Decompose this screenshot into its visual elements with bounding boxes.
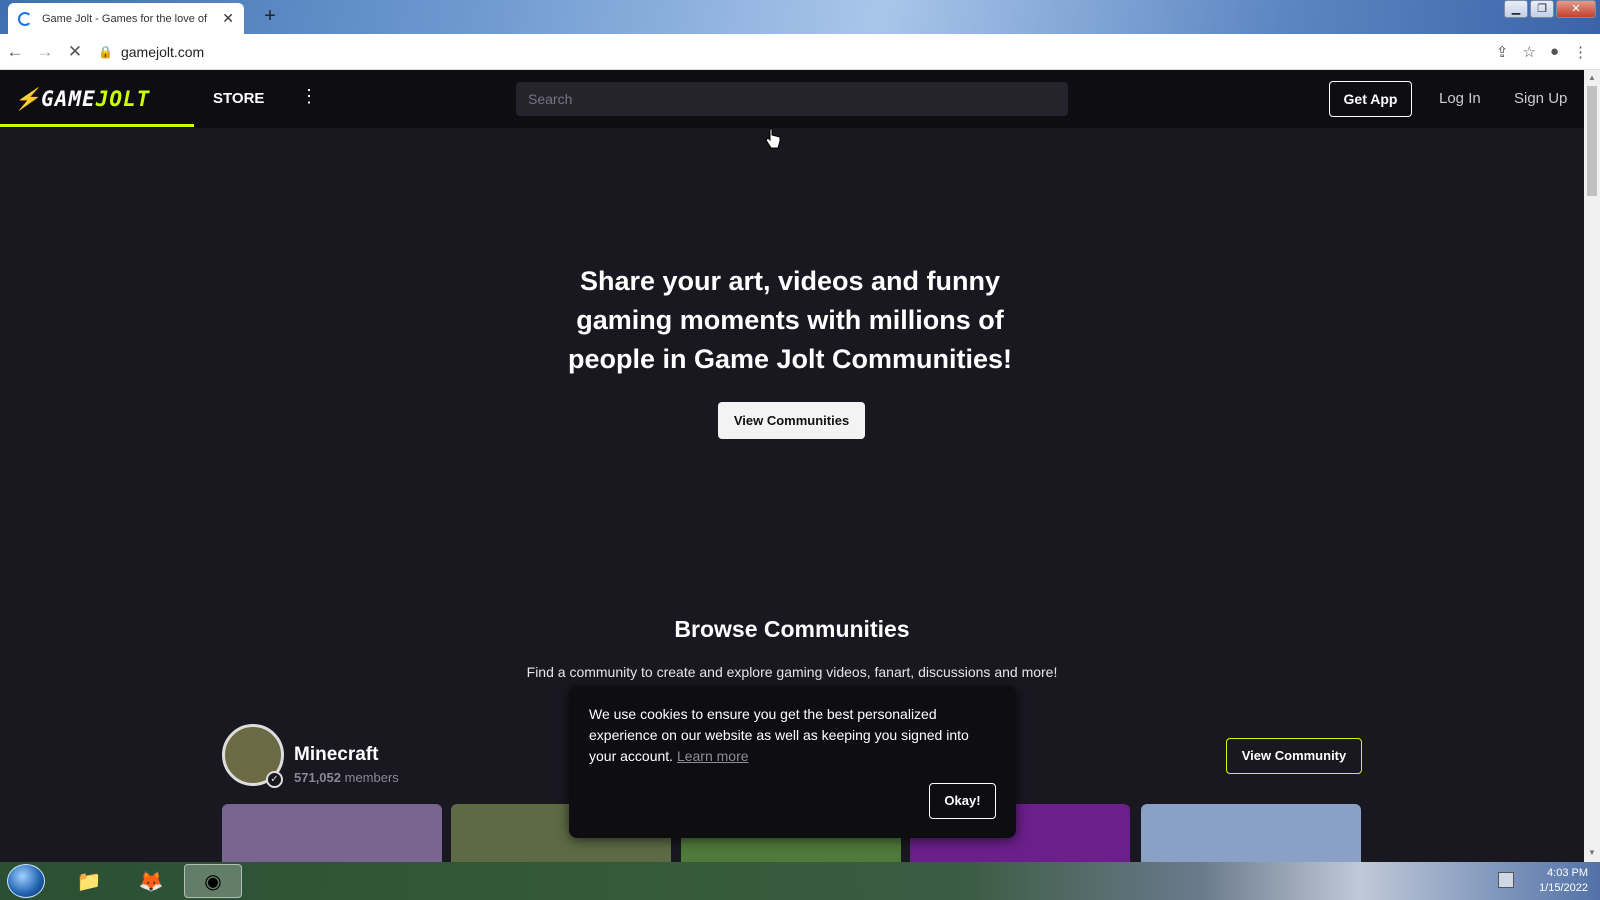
file-explorer-icon[interactable]: 📁 [60,864,118,898]
close-icon[interactable]: ✕ [222,10,234,27]
cookie-text: We use cookies to ensure you get the bes… [589,706,969,764]
logo-game: GAME [41,87,96,111]
back-icon[interactable]: ← [0,42,30,62]
member-count: 571,052 [294,770,341,785]
clock[interactable]: 4:03 PM 1/15/2022 [1539,866,1588,896]
minimize-button[interactable]: ▁ [1504,0,1528,18]
browser-tab[interactable]: Game Jolt - Games for the love of ✕ [8,3,244,34]
window-controls: ▁ ❐ ✕ [1504,0,1596,18]
url-field[interactable]: 🔒 gamejolt.com [98,37,204,67]
browse-title: Browse Communities [674,616,910,642]
window-close-button[interactable]: ✕ [1556,0,1596,18]
clock-date: 1/15/2022 [1539,882,1588,894]
tab-title: Game Jolt - Games for the love of [42,12,208,25]
member-suffix: members [344,770,399,785]
get-app-button[interactable]: Get App [1329,81,1412,117]
logo-jolt: JOLT [95,87,151,111]
network-icon[interactable] [1498,872,1514,888]
clock-time: 4:03 PM [1547,867,1588,879]
scrollbar[interactable]: ▲ ▼ [1584,70,1600,862]
community-members: 571,052 members [294,770,399,785]
gamejolt-logo[interactable]: ⚡GAMEJOLT [14,87,150,112]
view-community-button[interactable]: View Community [1226,738,1362,774]
forward-icon[interactable]: → [30,42,60,62]
url-text: gamejolt.com [120,43,205,60]
site-header: ⚡GAMEJOLT STORE ⋮ Get App Log In Sign Up [0,70,1584,128]
scrollbar-thumb[interactable] [1587,86,1597,196]
menu-icon[interactable]: ⋮ [1573,43,1588,61]
scroll-down-icon[interactable]: ▼ [1588,848,1596,857]
star-icon[interactable]: ☆ [1522,43,1535,61]
start-button[interactable] [7,864,45,898]
browse-subtitle: Find a community to create and explore g… [526,664,1058,680]
stop-icon[interactable]: ✕ [60,42,90,62]
firefox-icon[interactable]: 🦊 [122,864,180,898]
new-tab-button[interactable]: + [258,5,282,29]
share-icon[interactable]: ⇪ [1496,43,1509,61]
loading-icon [18,11,32,26]
hand-cursor-icon [765,128,781,149]
signup-link[interactable]: Sign Up [1514,90,1567,107]
scroll-up-icon[interactable]: ▲ [1588,73,1596,82]
chrome-icon[interactable]: ◉ [184,864,242,898]
view-communities-button[interactable]: View Communities [718,402,865,439]
profile-icon[interactable]: ● [1550,43,1559,61]
search-input[interactable] [516,82,1068,116]
more-options-icon[interactable]: ⋮ [300,86,318,107]
learn-more-link[interactable]: Learn more [677,748,749,764]
active-indicator [0,124,194,127]
login-link[interactable]: Log In [1439,90,1481,107]
hero-title: Share your art, videos and funny gaming … [567,266,1013,374]
store-link[interactable]: STORE [213,90,264,107]
bolt-icon: ⚡ [14,87,42,111]
okay-button[interactable]: Okay! [929,783,996,819]
community-card[interactable] [222,804,442,862]
taskbar: 📁 🦊 ◉ 4:03 PM 1/15/2022 [0,862,1600,900]
cookie-banner: We use cookies to ensure you get the bes… [569,686,1016,838]
address-bar: ← → ✕ 🔒 gamejolt.com ⇪ ☆ ● ⋮ [0,34,1600,70]
verified-icon: ✓ [266,771,283,788]
browser-titlebar: Game Jolt - Games for the love of ✕ + ▁ … [0,0,1600,34]
cookie-message: We use cookies to ensure you get the bes… [589,704,989,767]
community-name[interactable]: Minecraft [294,744,378,766]
lock-icon: 🔒 [98,44,113,59]
community-card[interactable] [1141,804,1361,862]
restore-button[interactable]: ❐ [1530,0,1554,18]
